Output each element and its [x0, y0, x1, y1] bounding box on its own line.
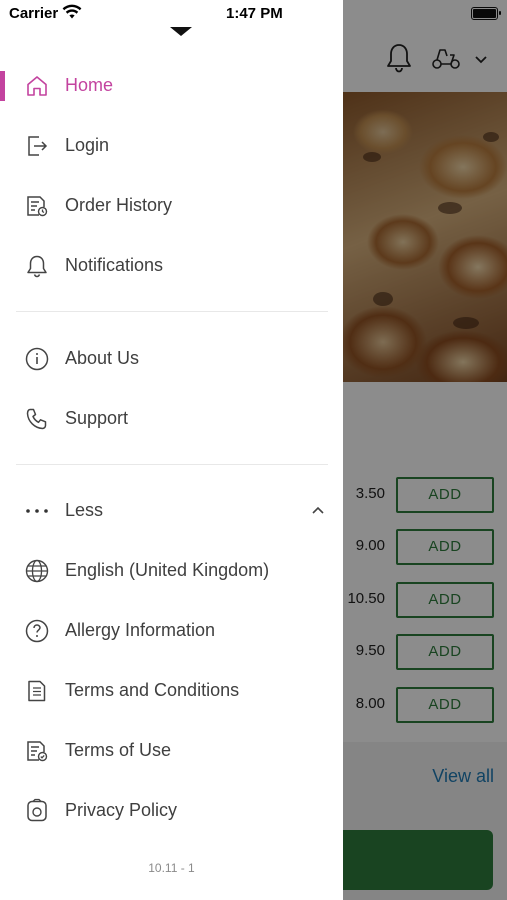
app-version: 10.11 - 1 [148, 861, 195, 875]
document-icon [24, 678, 50, 704]
navigation-drawer: Carrier 1:47 PM Home Login Order History… [0, 0, 343, 900]
divider [16, 464, 328, 465]
bell-icon [24, 253, 50, 279]
menu-item-label: English (United Kingdom) [65, 560, 270, 580]
menu-item-home[interactable]: Home [0, 58, 343, 114]
menu-item-support[interactable]: Support [0, 391, 343, 447]
menu-item-privacy-policy[interactable]: Privacy Policy [0, 783, 343, 839]
login-icon [24, 133, 50, 159]
menu-item-language[interactable]: English (United Kingdom) [0, 543, 343, 599]
menu-item-label: Terms and Conditions [65, 680, 240, 700]
menu-toggle-less[interactable]: Less [0, 483, 343, 539]
active-indicator [0, 71, 5, 101]
ellipsis-icon [24, 498, 50, 524]
menu-item-label: Allergy Information [65, 620, 216, 640]
globe-icon [24, 558, 50, 584]
divider [16, 311, 328, 312]
drawer-overlay[interactable] [343, 0, 507, 900]
menu-item-label: Privacy Policy [65, 800, 178, 820]
carrier-label: Carrier [9, 5, 59, 22]
home-icon [24, 73, 50, 99]
menu-item-label: Home [65, 75, 114, 95]
menu-item-label: About Us [65, 348, 140, 368]
wifi-icon [62, 4, 82, 20]
menu-item-label: Terms of Use [65, 740, 172, 760]
status-time: 1:47 PM [226, 5, 283, 22]
order-history-icon [24, 193, 50, 219]
caret-down-icon [170, 27, 192, 36]
menu-item-terms-and-conditions[interactable]: Terms and Conditions [0, 663, 343, 719]
phone-icon [24, 406, 50, 432]
menu-item-label: Notifications [65, 255, 164, 275]
question-icon [24, 618, 50, 644]
menu-item-allergy-information[interactable]: Allergy Information [0, 603, 343, 659]
menu-item-label: Support [65, 408, 129, 428]
menu-item-label: Order History [65, 195, 173, 215]
menu-item-about-us[interactable]: About Us [0, 331, 343, 387]
menu-item-label: Login [65, 135, 110, 155]
status-bar: Carrier 1:47 PM [0, 0, 343, 28]
menu-item-order-history[interactable]: Order History [0, 178, 343, 234]
menu-toggle-label: Less [65, 500, 104, 520]
menu-item-notifications[interactable]: Notifications [0, 238, 343, 294]
document-check-icon [24, 738, 50, 764]
menu-item-login[interactable]: Login [0, 118, 343, 174]
privacy-icon [24, 798, 50, 824]
chevron-up-icon [311, 505, 325, 515]
info-icon [24, 346, 50, 372]
menu-item-terms-of-use[interactable]: Terms of Use [0, 723, 343, 779]
